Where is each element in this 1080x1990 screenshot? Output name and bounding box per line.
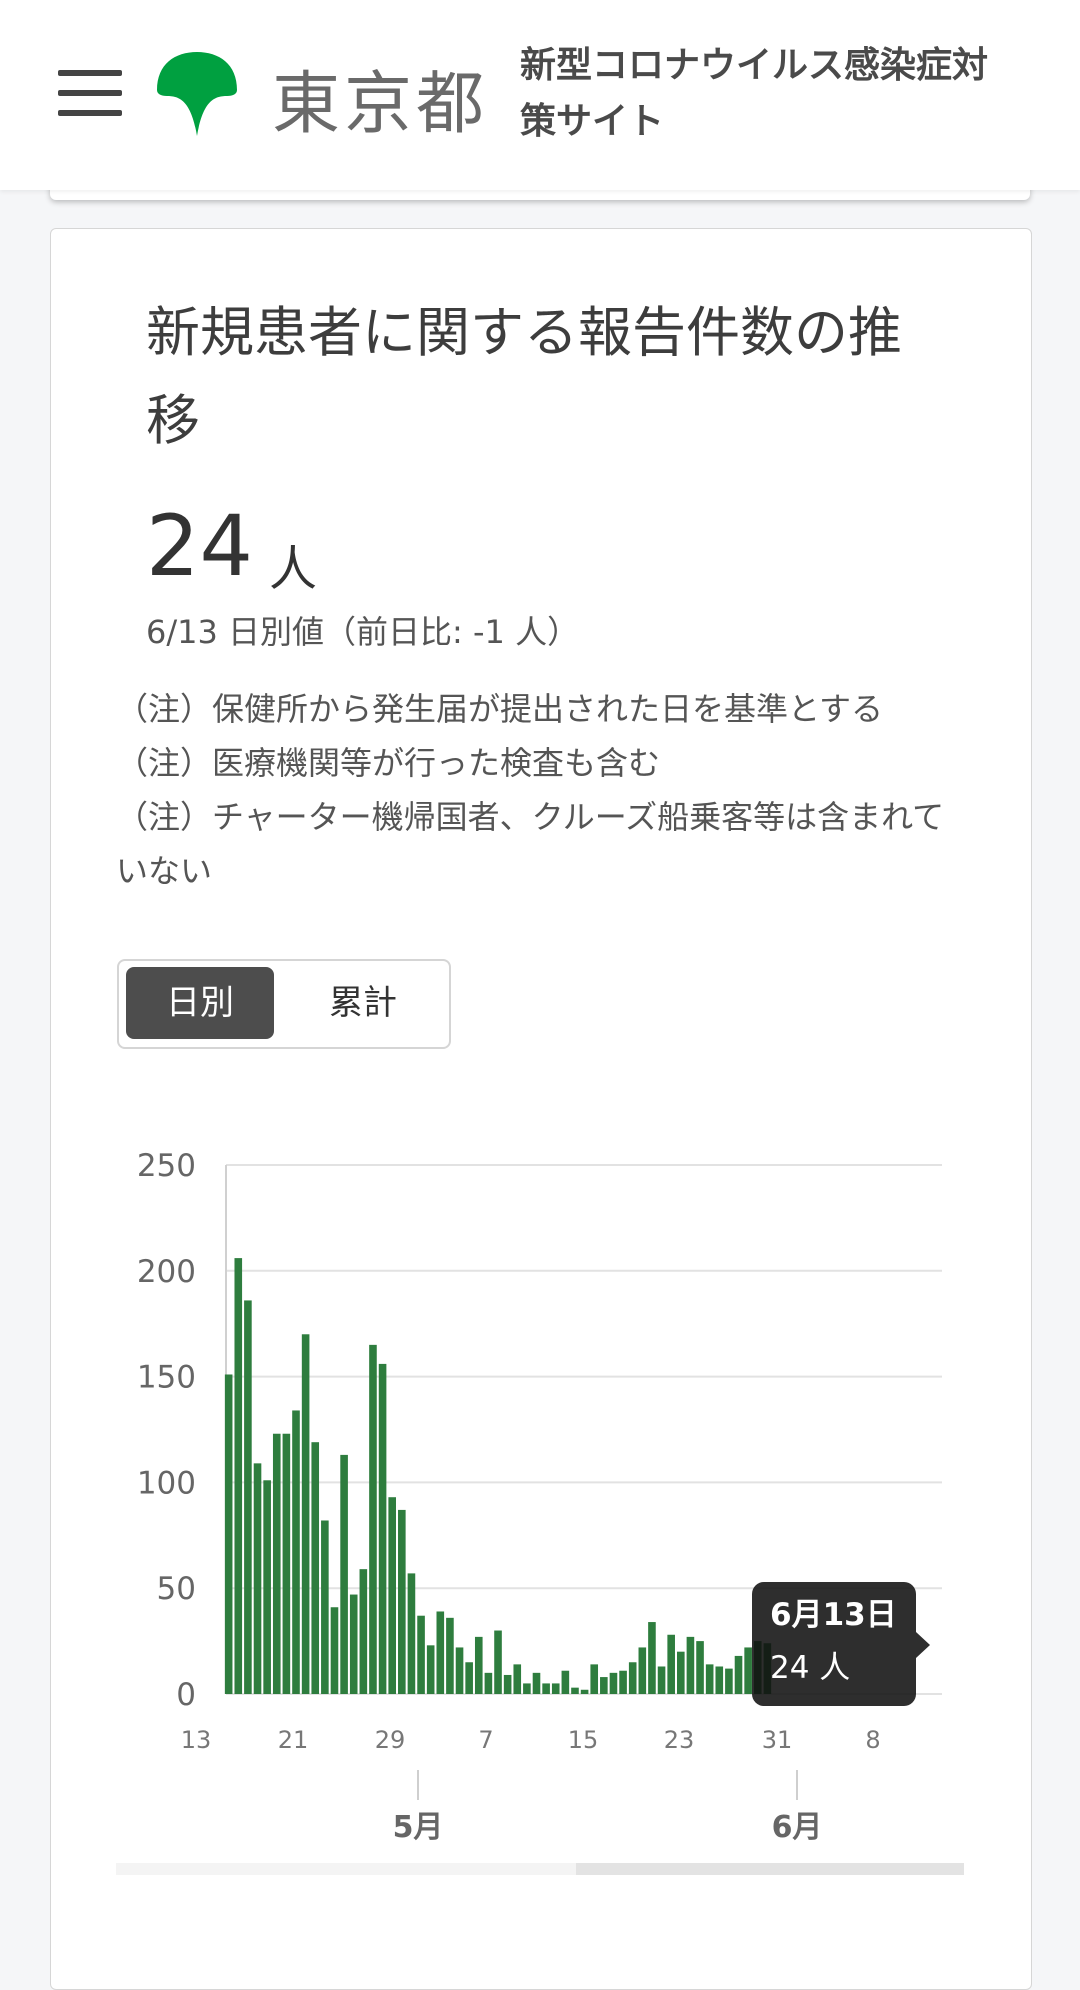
month-label: 6月	[772, 1810, 823, 1845]
chart-bar	[426, 1645, 435, 1694]
site-header: 東京都 新型コロナウイルス感染症対策サイト	[0, 0, 1080, 190]
chart-bar	[407, 1573, 416, 1694]
chart-bar	[715, 1666, 724, 1694]
chart-bar	[292, 1410, 300, 1694]
chart-bar	[513, 1664, 522, 1694]
chart-bar	[667, 1634, 675, 1694]
x-tick-label: 7	[478, 1726, 493, 1754]
chart-bar	[561, 1670, 570, 1694]
chart-bar	[580, 1689, 589, 1694]
y-tick-label: 0	[176, 1677, 196, 1713]
chart-bar	[609, 1672, 618, 1694]
chart-bar	[474, 1636, 483, 1694]
y-tick-label: 100	[137, 1465, 196, 1501]
chart-bar	[359, 1569, 368, 1694]
chart-bar	[705, 1664, 714, 1694]
chart-bar	[224, 1374, 233, 1694]
tooltip-value: 24 人	[770, 1650, 850, 1686]
y-tick-label: 50	[157, 1571, 196, 1607]
ginkgo-leaf-icon[interactable]	[153, 50, 241, 138]
chart-bar	[340, 1454, 348, 1694]
chart-bar	[311, 1442, 320, 1694]
chart-bar	[734, 1655, 743, 1694]
tooltip-pointer	[916, 1632, 930, 1658]
x-tick-label: 13	[181, 1726, 212, 1754]
chart-bar	[686, 1636, 695, 1694]
chart-bar	[455, 1647, 464, 1694]
chart-bar	[301, 1334, 310, 1694]
x-tick-label: 29	[375, 1726, 406, 1754]
chart-bar	[551, 1683, 560, 1694]
chart-bar	[378, 1363, 387, 1694]
tooltip-date: 6月13日	[770, 1597, 897, 1633]
chart-bar	[677, 1651, 685, 1694]
chart-bar	[523, 1683, 531, 1694]
tokyo-logo-text[interactable]: 東京都	[272, 48, 488, 147]
hamburger-menu-icon[interactable]	[58, 70, 122, 118]
chart-bar	[484, 1672, 493, 1694]
chart-bar	[282, 1433, 291, 1694]
chart-bar	[272, 1433, 281, 1694]
y-tick-label: 200	[137, 1254, 196, 1290]
chart-bar	[417, 1615, 425, 1694]
x-tick-label: 15	[568, 1726, 599, 1754]
chart-bar	[648, 1622, 656, 1694]
y-tick-label: 250	[137, 1148, 196, 1184]
x-tick-label: 21	[278, 1726, 309, 1754]
chart-bar	[628, 1662, 637, 1694]
x-tick-label: 8	[865, 1726, 880, 1754]
chart-scrollbar-thumb[interactable]	[576, 1863, 964, 1875]
chart-bar	[725, 1668, 733, 1694]
chart-bar	[349, 1594, 358, 1694]
chart-bar	[619, 1670, 627, 1694]
chart-bar	[744, 1647, 752, 1694]
chart-bar	[696, 1641, 704, 1694]
chart-bar	[657, 1666, 666, 1694]
chart-bar	[330, 1607, 339, 1694]
x-tick-label: 31	[762, 1726, 793, 1754]
y-tick-label: 150	[137, 1360, 196, 1396]
x-tick-label: 23	[664, 1726, 695, 1754]
chart-bar	[446, 1617, 454, 1694]
chart-bar	[234, 1258, 243, 1694]
new-cases-bar-chart[interactable]: 250 200 150 100 50 0 13 21 29 7 15 23 31 8 5月 6月 6月13日 24…	[0, 0, 1080, 1955]
chart-bar	[244, 1300, 252, 1694]
month-label: 5月	[393, 1810, 444, 1845]
chart-bar	[542, 1683, 550, 1694]
chart-bar	[465, 1662, 473, 1694]
chart-bar	[369, 1344, 377, 1694]
chart-bar	[503, 1674, 512, 1694]
chart-bar	[388, 1497, 396, 1694]
chart-bar	[600, 1677, 608, 1694]
site-title[interactable]: 新型コロナウイルス感染症対策サイト	[520, 38, 990, 150]
chart-bar	[263, 1480, 271, 1694]
chart-bar	[532, 1672, 541, 1694]
chart-bar	[571, 1687, 579, 1694]
chart-bar	[494, 1630, 502, 1694]
chart-bar	[638, 1647, 647, 1694]
chart-bar	[321, 1520, 329, 1694]
chart-bar	[590, 1664, 599, 1694]
chart-bar	[436, 1611, 445, 1694]
chart-bar	[398, 1509, 406, 1694]
chart-bar	[253, 1463, 262, 1694]
